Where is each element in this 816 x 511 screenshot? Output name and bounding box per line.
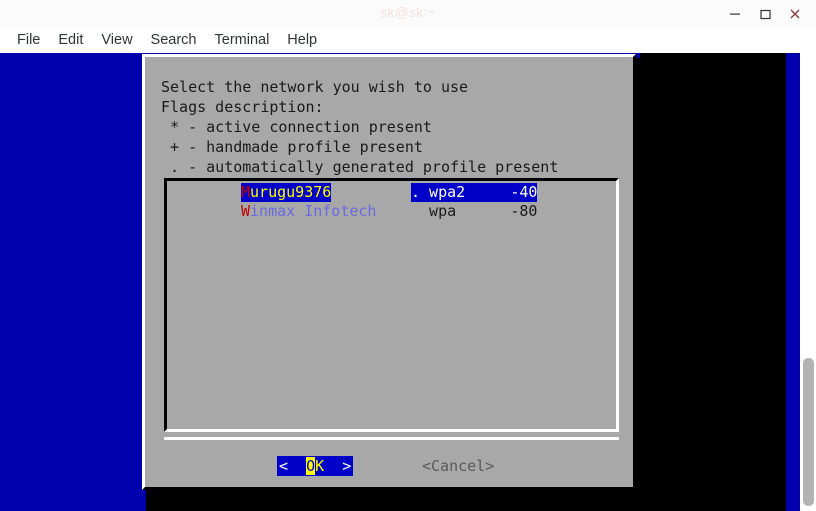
- ok-right-bracket: >: [324, 457, 351, 475]
- network-ssid-initial: W: [241, 202, 250, 220]
- dialog-button-row: < OK > <Cancel>: [164, 437, 619, 477]
- maximize-button[interactable]: [750, 2, 780, 26]
- network-ssid: Murugu9376: [241, 183, 331, 202]
- window-controls: [720, 0, 810, 27]
- list-item[interactable]: Winmax Infotech wpa -80: [167, 202, 616, 221]
- menu-item-view[interactable]: View: [92, 30, 141, 50]
- ok-label-o: O: [306, 457, 315, 475]
- terminal-background-bottom: [0, 486, 146, 511]
- terminal-viewport[interactable]: Select the network you wish to use Flags…: [0, 53, 816, 511]
- flag-description-handmade: + - handmade profile present: [161, 137, 423, 157]
- button-row-separator: [164, 437, 619, 440]
- network-select-dialog: Select the network you wish to use Flags…: [142, 54, 636, 490]
- scrollbar-thumb[interactable]: [803, 358, 814, 506]
- menu-item-edit[interactable]: Edit: [49, 30, 92, 50]
- flag-description-auto: . - automatically generated profile pres…: [161, 157, 558, 177]
- close-icon: [787, 6, 803, 22]
- flags-heading: Flags description:: [161, 97, 324, 117]
- ok-button[interactable]: < OK >: [277, 456, 353, 476]
- network-ssid-rest: inmax Infotech: [250, 202, 376, 220]
- cancel-button[interactable]: <Cancel>: [422, 456, 494, 476]
- network-ssid-rest: urugu9376: [250, 183, 331, 201]
- ok-left-bracket: <: [279, 457, 306, 475]
- dialog-prompt: Select the network you wish to use: [161, 77, 468, 97]
- minimize-icon: [727, 6, 743, 22]
- flag-description-active: * - active connection present: [161, 117, 432, 137]
- menu-item-terminal[interactable]: Terminal: [206, 30, 279, 50]
- network-details: wpa -80: [411, 202, 537, 221]
- close-button[interactable]: [780, 2, 810, 26]
- network-listbox[interactable]: Murugu9376 . wpa2 -40 Winmax Infotech wp…: [164, 178, 619, 432]
- terminal-scrollbar[interactable]: [800, 53, 816, 511]
- network-list: Murugu9376 . wpa2 -40 Winmax Infotech wp…: [167, 183, 616, 221]
- window-titlebar[interactable]: sk@sk:~: [0, 0, 816, 28]
- terminal-background-right: [786, 53, 800, 511]
- menu-item-search[interactable]: Search: [142, 30, 206, 50]
- dialog-content: Select the network you wish to use Flags…: [145, 57, 633, 487]
- ok-label-k: K: [315, 457, 324, 475]
- minimize-button[interactable]: [720, 2, 750, 26]
- menu-item-file[interactable]: File: [8, 30, 49, 50]
- network-details: . wpa2 -40: [411, 183, 537, 202]
- window-title: sk@sk:~: [0, 4, 816, 20]
- network-ssid-initial: M: [241, 183, 250, 201]
- network-ssid: Winmax Infotech: [241, 202, 376, 221]
- maximize-icon: [757, 6, 773, 22]
- terminal-window: sk@sk:~ File Edit View Search T: [0, 0, 816, 511]
- menubar: File Edit View Search Terminal Help: [0, 27, 816, 53]
- menu-item-help[interactable]: Help: [278, 30, 326, 50]
- list-item[interactable]: Murugu9376 . wpa2 -40: [167, 183, 616, 202]
